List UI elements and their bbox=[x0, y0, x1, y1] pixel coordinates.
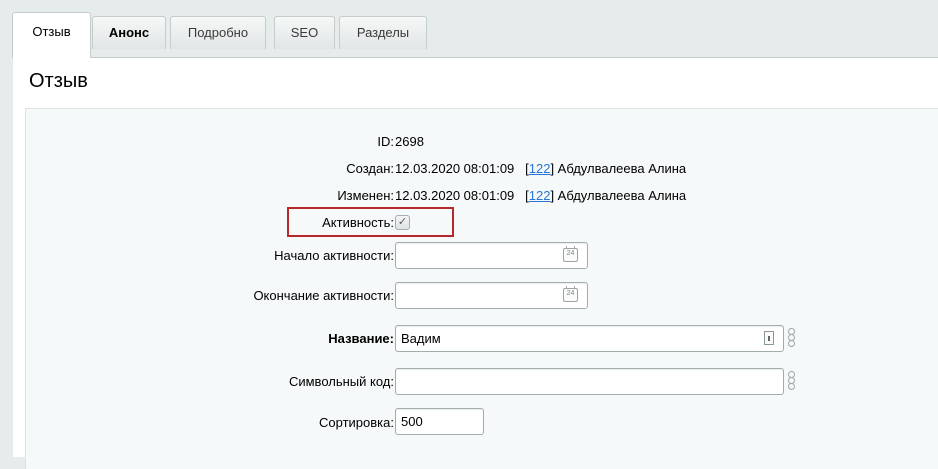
active-checkbox[interactable]: ✓ bbox=[395, 215, 410, 230]
active-label: Активность: bbox=[322, 215, 394, 230]
tab-label: Подробно bbox=[187, 25, 249, 40]
modified-value: 12.03.2020 08:01:09 [122] Абдулвалеева А… bbox=[395, 188, 687, 203]
active-from-label: Начало активности: bbox=[274, 248, 394, 263]
created-value: 12.03.2020 08:01:09 [122] Абдулвалеева А… bbox=[395, 161, 687, 176]
tab-label: Отзыв bbox=[32, 24, 71, 39]
form-area: ID: 2698 Создан: 12.03.2020 08:01:09 [12… bbox=[25, 108, 938, 469]
created-date: 12.03.2020 08:01:09 bbox=[395, 161, 515, 176]
tab-label: Разделы bbox=[356, 25, 410, 40]
code-label: Символьный код: bbox=[288, 374, 394, 389]
calendar-icon[interactable]: 24 bbox=[563, 286, 578, 302]
modified-user-link[interactable]: 122 bbox=[529, 188, 551, 203]
active-to-label: Окончание активности: bbox=[253, 288, 394, 303]
link-icon[interactable] bbox=[787, 327, 797, 349]
created-user-name: Абдулвалеева Алина bbox=[557, 161, 687, 176]
link-icon[interactable] bbox=[787, 370, 797, 392]
tab-review[interactable]: Отзыв bbox=[12, 12, 91, 58]
tab-sections[interactable]: Разделы bbox=[339, 16, 427, 49]
code-input[interactable] bbox=[395, 368, 784, 395]
active-from-calendar-wrap: 24 bbox=[395, 242, 588, 269]
id-value: 2698 bbox=[395, 134, 424, 149]
tab-label: Анонс bbox=[108, 25, 150, 40]
sort-label: Сортировка: bbox=[319, 415, 394, 430]
id-label: ID: bbox=[377, 134, 394, 149]
active-to-calendar-wrap: 24 bbox=[395, 282, 588, 309]
content-panel: Отзыв ID: 2698 Создан: 12.03.2020 08:01:… bbox=[13, 57, 938, 469]
modified-label: Изменен: bbox=[337, 188, 394, 203]
created-label: Создан: bbox=[346, 161, 394, 176]
name-editor-wrap bbox=[395, 325, 784, 352]
modified-date: 12.03.2020 08:01:09 bbox=[395, 188, 515, 203]
tab-announce[interactable]: Анонс bbox=[92, 16, 166, 49]
name-label: Название: bbox=[328, 331, 394, 346]
section-title: Отзыв bbox=[29, 70, 88, 92]
tab-seo[interactable]: SEO bbox=[274, 16, 335, 49]
checkmark-icon: ✓ bbox=[397, 216, 408, 228]
tab-details[interactable]: Подробно bbox=[170, 16, 266, 49]
calendar-icon[interactable]: 24 bbox=[563, 246, 578, 262]
created-user-link[interactable]: 122 bbox=[529, 161, 551, 176]
tab-label: SEO bbox=[290, 25, 319, 40]
modified-user-name: Абдулвалеева Алина bbox=[557, 188, 687, 203]
sort-input[interactable]: 500 bbox=[395, 408, 484, 435]
text-editor-icon[interactable] bbox=[764, 331, 774, 345]
